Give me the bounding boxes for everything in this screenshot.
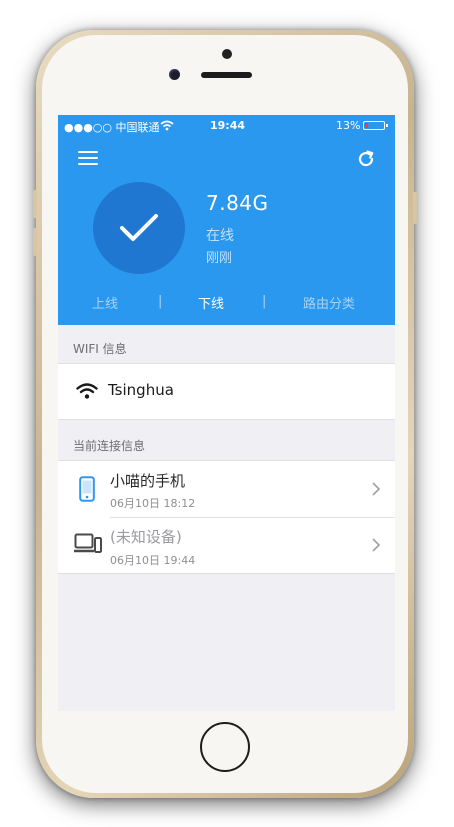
device-time: 06月10日 18:12 xyxy=(110,497,196,510)
wifi-signal-icon xyxy=(160,120,174,131)
device-name: 小喵的手机 xyxy=(110,472,186,490)
wifi-info-row[interactable]: Tsinghua xyxy=(58,363,395,420)
volume-button xyxy=(33,190,37,218)
home-button[interactable] xyxy=(200,722,250,772)
wifi-icon xyxy=(76,383,98,399)
chevron-right-icon[interactable] xyxy=(369,481,383,497)
phone-icon xyxy=(79,476,95,502)
app-screen: ●●●○○ 中国联通 19:44 13% 7.84G 在线 刚刚 上线 | 下线… xyxy=(58,115,395,711)
chevron-right-icon[interactable] xyxy=(369,537,383,553)
connections-section-title: 当前连接信息 xyxy=(73,439,146,453)
camera-icon xyxy=(169,69,180,80)
battery-icon xyxy=(363,121,388,130)
usage-value: 7.84G xyxy=(206,191,269,215)
battery-percent: 13% xyxy=(336,119,361,132)
checkmark-icon xyxy=(120,214,158,241)
tab-separator: | xyxy=(158,294,163,309)
volume-button xyxy=(33,228,37,256)
computer-icon xyxy=(74,533,102,553)
power-button xyxy=(413,192,417,224)
device-name: (未知设备) xyxy=(110,528,182,546)
tab-bar: 上线 | 下线 | 路由分类 xyxy=(58,293,395,315)
status-bar: ●●●○○ 中国联通 19:44 13% xyxy=(58,115,395,137)
wifi-section-title: WIFI 信息 xyxy=(73,342,127,356)
tab-route-category[interactable]: 路由分类 xyxy=(303,293,355,312)
earpiece-speaker xyxy=(201,72,252,78)
proximity-sensor xyxy=(222,49,232,59)
tab-separator: | xyxy=(262,294,267,309)
list-item[interactable]: (未知设备) 06月10日 19:44 xyxy=(58,518,395,573)
device-list: 小喵的手机 06月10日 18:12 (未知设备) 06月10日 19:44 xyxy=(58,460,395,574)
list-item[interactable]: 小喵的手机 06月10日 18:12 xyxy=(58,461,395,517)
header-panel: ●●●○○ 中国联通 19:44 13% 7.84G 在线 刚刚 上线 | 下线… xyxy=(58,115,395,325)
clock: 19:44 xyxy=(210,119,246,132)
menu-button[interactable] xyxy=(78,151,98,167)
tab-online[interactable]: 上线 xyxy=(92,293,118,312)
connection-state: 在线 xyxy=(206,228,234,244)
wifi-ssid: Tsinghua xyxy=(108,381,174,399)
tab-offline[interactable]: 下线 xyxy=(198,293,224,312)
device-time: 06月10日 19:44 xyxy=(110,554,196,567)
refresh-icon[interactable] xyxy=(355,148,377,170)
carrier-label: ●●●○○ 中国联通 xyxy=(64,121,160,134)
hamburger-icon xyxy=(78,151,98,153)
status-check-badge xyxy=(93,182,185,274)
updated-time: 刚刚 xyxy=(206,251,233,266)
